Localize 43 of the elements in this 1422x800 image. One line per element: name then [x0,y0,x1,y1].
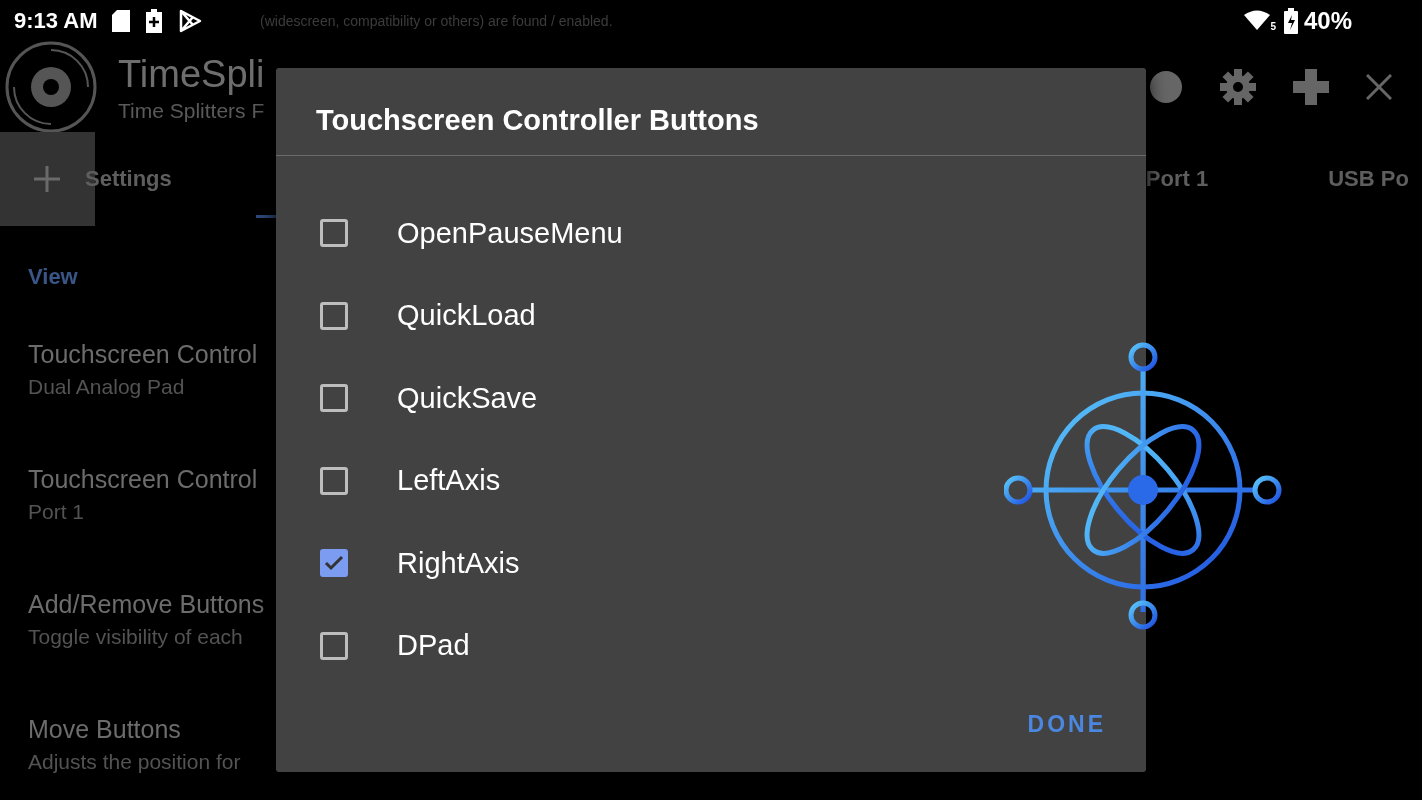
wifi-icon [1244,10,1271,32]
checkbox[interactable] [320,384,348,413]
setting-summary: Toggle visibility of each [28,625,243,649]
setting-summary: Adjusts the position for [28,750,241,774]
option-label[interactable]: QuickLoad [397,299,536,333]
tab[interactable]: Port 1 [1145,166,1209,192]
checkbox[interactable] [320,219,348,248]
setting-summary: Dual Analog Pad [28,375,185,399]
option-label[interactable]: LeftAxis [397,464,501,498]
tab[interactable]: Settings [85,166,172,192]
battery-charging-icon [1283,8,1298,34]
battery-percentage: 40% [1303,7,1352,35]
setting-title[interactable]: Touchscreen Control [28,465,258,494]
disc-logo-icon [4,40,98,134]
checkbox[interactable] [320,466,348,495]
gamepad-icon[interactable] [1293,69,1329,105]
play-triangle-icon [177,9,202,33]
atom-crosshair-icon [1004,342,1284,632]
option-label[interactable]: QuickSave [397,381,538,415]
done-button[interactable]: DONE [1023,707,1110,742]
setting-title[interactable]: Add/Remove Buttons [28,590,265,619]
setting-title[interactable]: Move Buttons [28,715,181,744]
tab[interactable]: USB Po [1328,166,1409,192]
toast-message: (widescreen, compatibility or others) are found / enabled. [260,12,613,30]
wifi-band-label: 5 [1270,21,1276,32]
section-header: View [28,264,79,290]
checkbox[interactable] [320,301,348,330]
battery-plus-icon [145,9,162,33]
checkbox[interactable] [320,549,348,578]
option-label[interactable]: DPad [397,629,470,663]
setting-title[interactable]: Touchscreen Control [28,340,258,369]
checkbox[interactable] [320,631,348,660]
checkmark-icon [324,555,344,572]
dialog-title: Touchscreen Controller Buttons [315,103,760,138]
option-label[interactable]: OpenPauseMenu [397,216,623,250]
setting-summary: Port 1 [28,500,85,524]
plus-icon [34,166,60,192]
status-time: 9:13 AM [14,8,98,34]
app-subtitle: Time Splitters F [118,99,265,123]
close-icon[interactable] [1366,74,1392,100]
app-title: TimeSpli [118,52,265,97]
option-label[interactable]: RightAxis [397,546,520,580]
sd-card-icon [111,10,130,32]
